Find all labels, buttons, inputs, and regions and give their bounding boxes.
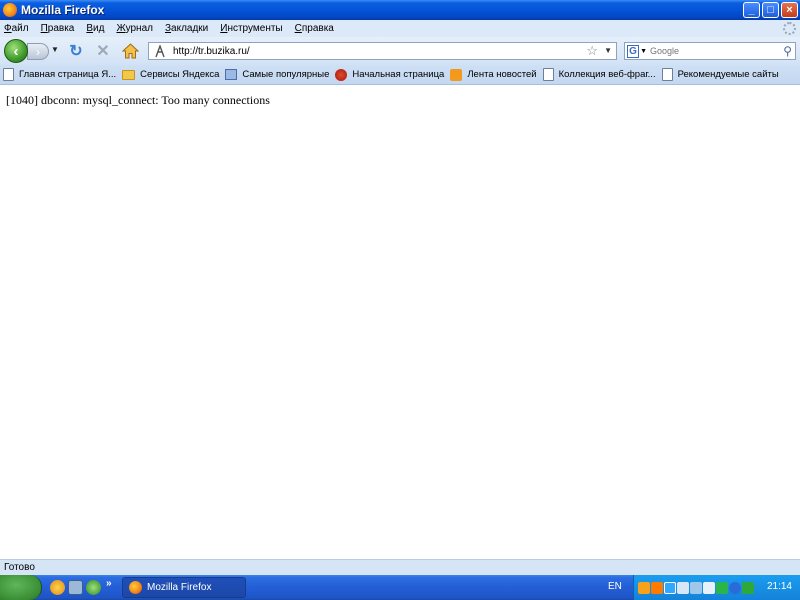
help-icon[interactable] (729, 581, 741, 594)
chevron-left-icon: ‹ (13, 42, 19, 60)
clock[interactable]: 21:14 (767, 581, 792, 592)
page-content: [1040] dbconn: mysql_connect: Too many c… (0, 86, 800, 559)
forward-button[interactable]: › (27, 43, 49, 60)
menu-help[interactable]: Справка (295, 23, 334, 34)
tray-icon[interactable] (742, 581, 754, 594)
window-controls: _ □ × (743, 2, 798, 18)
tray-icon[interactable] (638, 581, 650, 594)
chevron-right-icon: › (36, 44, 40, 59)
speaker-icon[interactable] (703, 581, 715, 594)
quicklaunch-icon[interactable] (86, 580, 101, 595)
search-bar[interactable]: G ▼ ⚲ (624, 42, 796, 60)
title-bar: Mozilla Firefox _ □ × (0, 0, 800, 20)
window-title: Mozilla Firefox (21, 3, 105, 17)
close-button[interactable]: × (781, 2, 798, 18)
language-indicator[interactable]: EN (608, 581, 622, 592)
search-input[interactable] (650, 46, 770, 56)
menu-file[interactable]: Файл (4, 23, 29, 34)
bookmark-item[interactable]: Главная страница Я... (3, 68, 116, 81)
firefox-icon (335, 68, 348, 81)
system-tray: 21:14 (633, 575, 800, 600)
url-dropdown-icon[interactable]: ▼ (604, 46, 612, 55)
tray-icon[interactable] (664, 581, 676, 594)
menu-view[interactable]: Вид (86, 23, 104, 34)
menu-file-rest: айл (11, 23, 29, 34)
menu-history[interactable]: Журнал (116, 23, 153, 34)
stop-icon[interactable]: ✕ (94, 42, 112, 60)
menu-help-rest: правка (301, 23, 334, 34)
smart-folder-icon (225, 69, 238, 80)
quicklaunch-more-icon[interactable]: » (106, 578, 112, 589)
menu-edit-rest: равка (47, 23, 75, 34)
bookmark-item[interactable]: Коллекция веб-фраг... (542, 68, 656, 81)
network-icon[interactable] (690, 581, 702, 594)
volume-icon[interactable] (677, 581, 689, 594)
show-desktop-icon[interactable] (68, 580, 83, 595)
engine-dropdown-icon: ▼ (640, 47, 647, 55)
page-icon (3, 68, 14, 81)
url-bar[interactable]: http://tr.buzika.ru/ ☆ ▼ (148, 42, 617, 60)
menu-bookmarks[interactable]: Закладки (165, 23, 208, 34)
status-text: Готово (4, 562, 35, 573)
firefox-icon (129, 581, 142, 594)
search-icon[interactable]: ⚲ (783, 44, 792, 58)
menu-tools[interactable]: Инструменты (220, 23, 282, 34)
bookmark-item[interactable]: Рекомендуемые сайты (661, 68, 779, 81)
error-message: [1040] dbconn: mysql_connect: Too many c… (6, 93, 270, 107)
search-engine-selector[interactable]: G ▼ (625, 43, 647, 59)
url-text[interactable]: http://tr.buzika.ru/ (173, 46, 250, 57)
minimize-button[interactable]: _ (743, 2, 760, 18)
maximize-button[interactable]: □ (762, 2, 779, 18)
bookmarks-toolbar: Главная страница Я... Сервисы Яндекса Са… (0, 65, 800, 85)
history-dropdown-icon[interactable]: ▼ (51, 45, 59, 54)
reload-icon[interactable]: ↻ (67, 42, 85, 60)
site-icon (152, 44, 168, 58)
menu-view-rest: ид (93, 23, 105, 34)
rss-icon (450, 68, 463, 81)
page-icon (661, 68, 673, 81)
menu-bar: Файл Правка Вид Журнал Закладки Инструме… (0, 20, 800, 37)
bookmark-star-icon[interactable]: ☆ (586, 43, 598, 59)
back-button[interactable]: ‹ (4, 39, 28, 63)
menu-edit[interactable]: Правка (41, 23, 75, 34)
tray-icon[interactable] (716, 581, 728, 594)
start-button[interactable] (0, 575, 42, 600)
menu-history-rest: урнал (125, 23, 153, 34)
throbber-icon (783, 22, 796, 35)
menu-tools-rest: нструменты (227, 23, 283, 34)
google-icon: G (627, 44, 640, 58)
page-icon (542, 68, 554, 81)
taskbar-button-firefox[interactable]: Mozilla Firefox (122, 577, 246, 598)
folder-icon (122, 69, 136, 80)
status-bar: Готово (0, 559, 800, 575)
quicklaunch-icon[interactable] (50, 580, 65, 595)
taskbar-button-label: Mozilla Firefox (147, 582, 212, 593)
bookmark-item[interactable]: Самые популярные (225, 69, 329, 80)
bookmark-item[interactable]: Начальная страница (335, 68, 444, 81)
bookmark-item[interactable]: Лента новостей (450, 68, 537, 81)
tray-icon[interactable] (651, 581, 663, 594)
menu-bookmarks-rest: акладки (171, 23, 209, 34)
firefox-icon (3, 3, 17, 17)
bookmark-item[interactable]: Сервисы Яндекса (122, 69, 219, 80)
taskbar: » Mozilla Firefox EN 21:14 (0, 575, 800, 600)
home-icon[interactable] (121, 42, 139, 60)
